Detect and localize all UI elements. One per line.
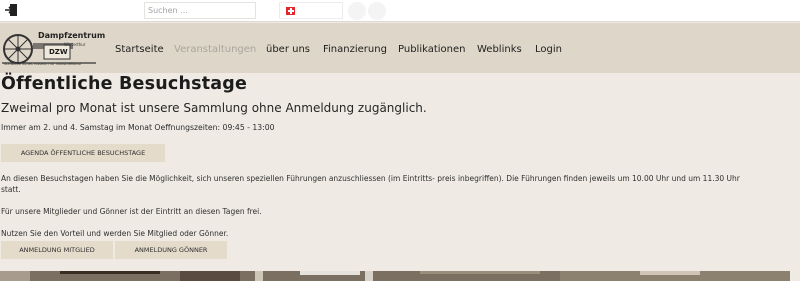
nav-item-finanzierung[interactable]: Finanzierung [323, 43, 387, 57]
nav-item-weblinks[interactable]: Weblinks [477, 43, 522, 57]
paragraph-join: Nutzen Sie den Vorteil und werden Sie Mi… [1, 229, 229, 238]
member-registration-button[interactable]: ANMELDUNG MITGLIED [1, 241, 113, 259]
paragraph-free-entry: Für unsere Mitglieder und Gönner ist der… [1, 207, 262, 216]
logo-badge: DZW [49, 48, 68, 56]
nav-item-publikationen[interactable]: Publikationen [398, 43, 466, 57]
nav-item-startseite[interactable]: Startseite [115, 43, 164, 57]
paragraph-tours-line2: statt. [1, 185, 21, 194]
page-subtitle: Zweimal pro Monat ist unsere Sammlung oh… [1, 101, 427, 115]
museum-photo-strip [0, 271, 790, 281]
nav-item-ueber-uns[interactable]: über uns [266, 43, 310, 57]
top-bar [0, 0, 800, 22]
patron-registration-button[interactable]: ANMELDUNG GÖNNER [115, 241, 227, 259]
circle-button-2[interactable] [368, 2, 386, 20]
nav-item-veranstaltungen[interactable]: Veranstaltungen [174, 43, 256, 57]
search-input[interactable] [144, 2, 256, 19]
logo-tagline: Schweizerisches Museum für Industriekult… [4, 62, 82, 66]
circle-button-1[interactable] [348, 2, 366, 20]
page-title: Öffentliche Besuchstage [1, 74, 248, 94]
language-selector[interactable] [279, 2, 343, 19]
opening-hours: Immer am 2. und 4. Samstag im Monat Oeff… [1, 123, 275, 132]
agenda-button[interactable]: AGENDA ÖFFENTLICHE BESUCHSTAGE [1, 144, 165, 162]
nav-item-login[interactable]: Login [535, 43, 562, 57]
logo-subtitle: Winterthur [64, 42, 86, 47]
logo-title: Dampfzentrum [38, 31, 106, 40]
swiss-flag-icon [286, 7, 295, 15]
paragraph-tours-line1: An diesen Besuchstagen haben Sie die Mög… [1, 174, 740, 183]
site-logo[interactable]: Dampfzentrum Winterthur DZW Schweizerisc… [0, 29, 105, 73]
login-icon[interactable] [4, 3, 18, 17]
